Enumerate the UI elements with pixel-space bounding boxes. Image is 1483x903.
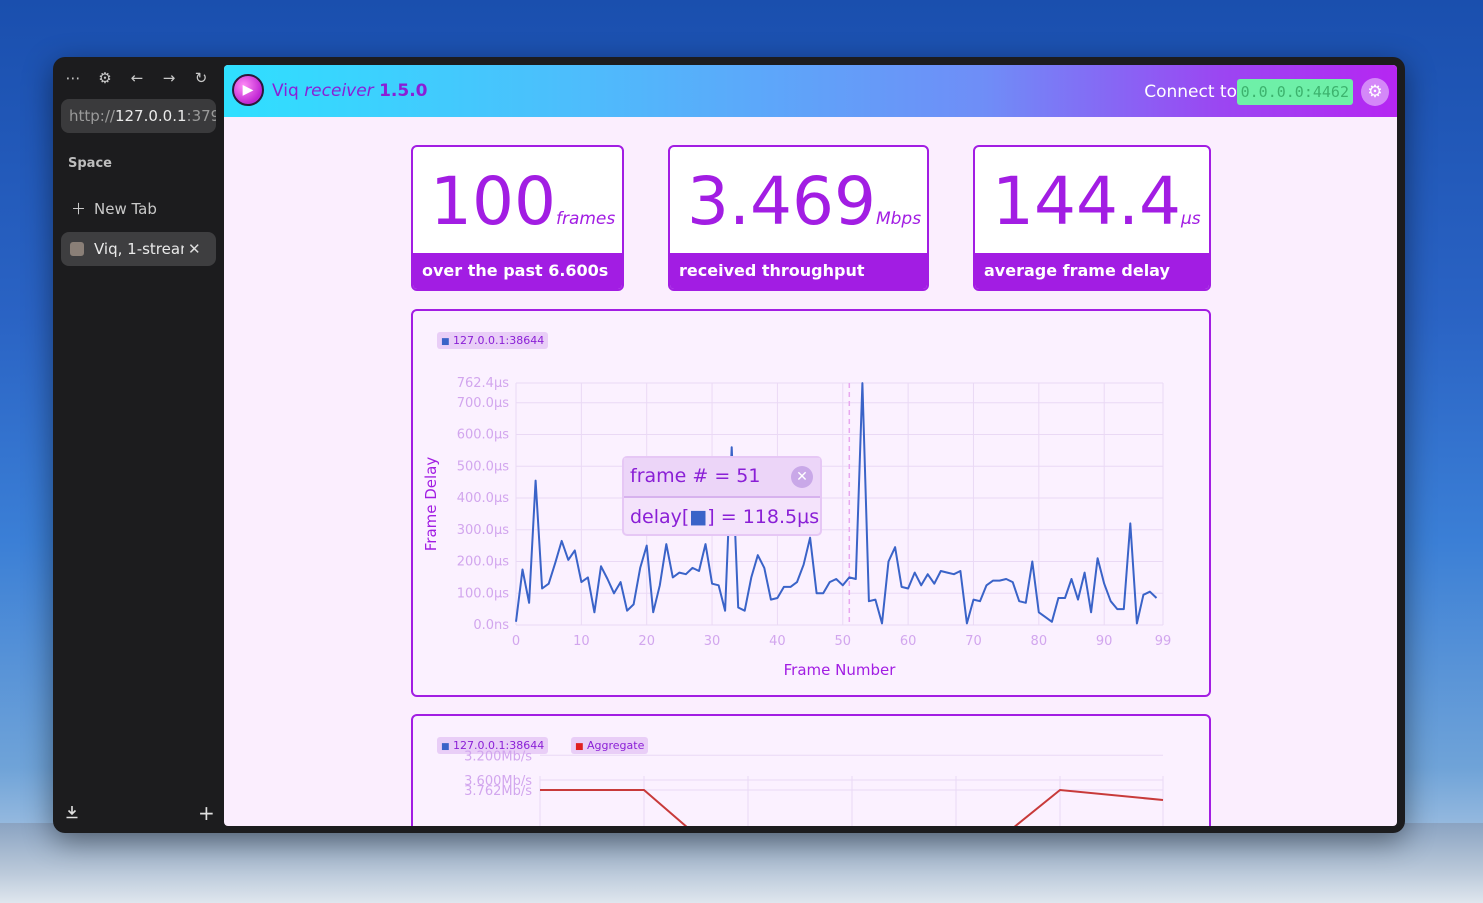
tab-favicon-icon — [70, 242, 84, 256]
card-caption: over the past 6.600s — [413, 253, 622, 289]
card-number: 144.4 — [992, 163, 1181, 240]
settings-gear-icon[interactable]: ⚙ — [1361, 78, 1389, 106]
close-tab-icon[interactable]: ✕ — [188, 240, 201, 258]
y-tick-label: 0.0ns — [473, 618, 509, 633]
x-tick-label: 70 — [965, 634, 982, 649]
y-tick-label: 600.0μs — [457, 428, 509, 443]
wallpaper-ground — [0, 823, 1483, 903]
x-axis-label: Frame Number — [784, 661, 897, 679]
url-prefix: http:// — [69, 107, 115, 125]
tab-viq[interactable]: Viq, 1-stream ✕ — [61, 232, 216, 266]
x-tick-label: 99 — [1155, 634, 1172, 649]
x-tick-label: 50 — [834, 634, 851, 649]
menu-icon[interactable]: ⋯ — [65, 69, 81, 87]
frames-card: 100frames over the past 6.600s — [411, 145, 624, 291]
play-logo-icon: ▶ — [232, 74, 264, 106]
nav-toolbar: ⋯ ⚙ ← → ↻ — [65, 69, 209, 87]
card-unit: frames — [555, 209, 616, 229]
card-number: 100 — [430, 163, 556, 240]
y-tick-label: 3.200Mb/s — [464, 749, 532, 764]
x-tick-label: 30 — [704, 634, 721, 649]
forward-icon[interactable]: → — [161, 69, 177, 87]
tooltip-delay-prefix: delay[ — [630, 506, 690, 528]
y-tick-label: 200.0μs — [457, 555, 509, 570]
new-tab-label: New Tab — [94, 199, 157, 218]
tooltip-delay: delay[■] = 118.5μs — [624, 498, 820, 536]
frame-delay-chart: ■ 127.0.0.1:38644 0.0ns 100.0μs 200.0μs 300… — [411, 309, 1211, 697]
card-unit: Mbps — [875, 209, 922, 229]
url-bar[interactable]: http://127.0.0.1:379 — [61, 99, 216, 133]
app-header: ▶ Viq receiver 1.5.0 Connect to 0.0.0.0:… — [224, 65, 1397, 117]
x-tick-label: 0 — [512, 634, 520, 649]
page-content: ▶ Viq receiver 1.5.0 Connect to 0.0.0.0:… — [224, 65, 1397, 826]
x-tick-label: 20 — [638, 634, 655, 649]
tooltip-close-icon[interactable]: ✕ — [791, 466, 813, 488]
url-host: 127.0.0.1 — [114, 107, 187, 125]
delay-card: 144.4μs average frame delay — [973, 145, 1211, 291]
series-line — [515, 382, 1158, 625]
url-rest: :379 — [186, 107, 216, 125]
back-icon[interactable]: ← — [129, 69, 145, 87]
y-tick-label: 500.0μs — [457, 459, 509, 474]
throughput-chart: ■ 127.0.0.1:38644 ■ Aggregate 3.762Mb/s 3… — [411, 714, 1211, 826]
app-subtitle: receiver — [304, 81, 374, 101]
y-tick-label: 3.600Mb/s — [464, 774, 532, 789]
card-value: 3.469Mbps — [687, 161, 921, 260]
y-tick-label: 400.0μs — [457, 491, 509, 506]
reload-icon[interactable]: ↻ — [193, 69, 209, 87]
x-tick-label: 10 — [573, 634, 590, 649]
card-caption: average frame delay — [975, 253, 1209, 289]
connect-label: Connect to — [1144, 82, 1237, 102]
card-number: 3.469 — [687, 163, 876, 240]
tooltip-frame-text: frame # = 51 — [630, 465, 761, 487]
y-tick-label: 300.0μs — [457, 523, 509, 538]
extensions-icon[interactable]: ⚙ — [97, 69, 113, 87]
y-tick-label: 100.0μs — [457, 586, 509, 601]
y-tick-label: 762.4μs — [457, 376, 509, 391]
plus-icon: ＋ — [71, 200, 87, 218]
download-icon[interactable] — [65, 805, 79, 823]
y-tick-label: 700.0μs — [457, 396, 509, 411]
tooltip-series-swatch: ■ — [689, 506, 708, 528]
x-tick-label: 60 — [900, 634, 917, 649]
x-tick-label: 90 — [1096, 634, 1113, 649]
app-title: Viq receiver 1.5.0 — [272, 81, 428, 101]
tab-title: Viq, 1-stream — [94, 240, 184, 258]
throughput-plot[interactable]: 3.762Mb/s3.600Mb/s3.200Mb/s — [413, 716, 1209, 826]
app-version: 1.5.0 — [379, 81, 428, 101]
tooltip-frame: frame # = 51 ✕ — [624, 458, 820, 498]
browser-sidebar: ⋯ ⚙ ← → ↻ http://127.0.0.1:379 Space ＋ N… — [53, 57, 224, 833]
card-value: 144.4μs — [992, 161, 1201, 260]
tooltip-delay-suffix: ] = 118.5μs — [707, 506, 820, 528]
app-name: Viq — [272, 81, 299, 101]
add-icon[interactable]: + — [198, 801, 215, 825]
card-value: 100frames — [430, 161, 615, 260]
y-axis-label: Frame Delay — [422, 457, 440, 552]
address-field[interactable]: 0.0.0.0:4462 — [1236, 79, 1353, 105]
card-caption: received throughput — [670, 253, 927, 289]
x-tick-label: 80 — [1031, 634, 1048, 649]
space-label: Space — [68, 156, 112, 171]
card-unit: μs — [1180, 209, 1201, 229]
throughput-card: 3.469Mbps received throughput — [668, 145, 929, 291]
chart-tooltip: frame # = 51 ✕ delay[■] = 118.5μs — [622, 456, 822, 536]
browser-window: ⋯ ⚙ ← → ↻ http://127.0.0.1:379 Space ＋ N… — [53, 57, 1405, 833]
new-tab-button[interactable]: ＋ New Tab — [71, 198, 157, 219]
x-tick-label: 40 — [769, 634, 786, 649]
